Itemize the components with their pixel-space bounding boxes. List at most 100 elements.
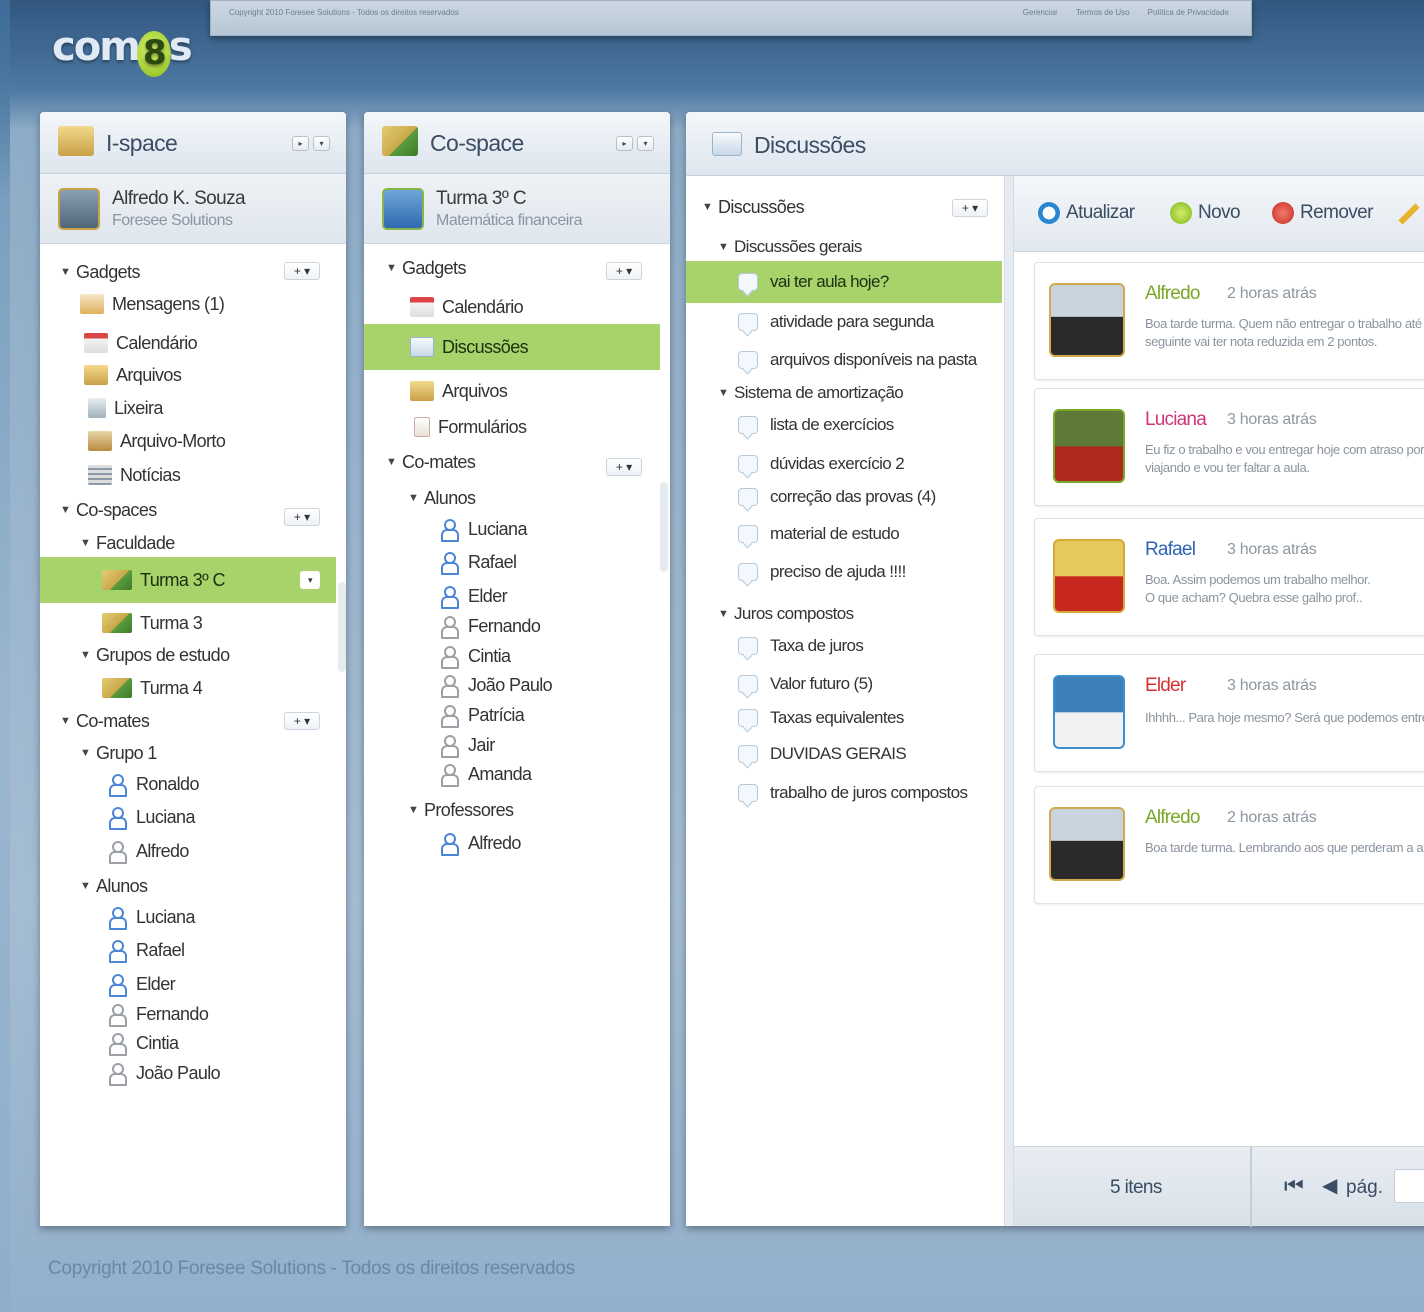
tree-grupo-1[interactable]: ▼ Grupo 1 — [80, 739, 157, 767]
tree-label: Calendário — [116, 332, 198, 353]
tree-label: dúvidas exercício 2 — [770, 454, 905, 473]
person-alfredo[interactable]: Alfredo — [440, 829, 521, 857]
add-gadget-button[interactable]: + ▾ — [606, 262, 642, 280]
gadget-formularios[interactable]: Formulários — [414, 413, 527, 441]
tree-professores[interactable]: ▼ Professores — [408, 796, 514, 824]
person-luciana[interactable]: Luciana — [440, 515, 527, 543]
discussion-item[interactable]: Taxas equivalentes — [738, 704, 904, 732]
post-card[interactable]: Alfredo 2 horas atrás Boa tarde turma. Q… — [1034, 262, 1424, 380]
person-fernando[interactable]: Fernando — [440, 612, 541, 640]
tree-alunos[interactable]: ▼ Alunos — [408, 484, 476, 512]
post-card[interactable]: Luciana 3 horas atrás Eu fiz o trabalho … — [1034, 388, 1424, 506]
tree-turma-4[interactable]: Turma 4 — [102, 674, 203, 702]
tree-alunos[interactable]: ▼ Alunos — [80, 872, 148, 900]
item-menu-button[interactable]: ▾ — [300, 571, 320, 589]
discussion-item[interactable]: arquivos disponíveis na pasta — [738, 346, 977, 374]
refresh-button[interactable]: Atualizar — [1038, 202, 1135, 224]
new-button[interactable]: Novo — [1170, 202, 1241, 224]
gadget-calendario[interactable]: Calendário — [84, 329, 198, 357]
menu-button[interactable]: ▾ — [313, 136, 330, 151]
person-luciana[interactable]: Luciana — [108, 803, 195, 831]
post-card[interactable]: Rafael 3 horas atrás Boa. Assim podemos … — [1034, 518, 1424, 636]
add-comate-button[interactable]: + ▾ — [606, 458, 642, 476]
ispace-user[interactable]: Alfredo K. Souza Foresee Solutions — [40, 174, 346, 244]
person-alfredo[interactable]: Alfredo — [108, 837, 189, 865]
person-rafael[interactable]: Rafael — [108, 936, 185, 964]
person-jair[interactable]: Jair — [440, 731, 495, 759]
discussion-item[interactable]: DUVIDAS GERAIS — [738, 740, 907, 768]
cospace-class-info[interactable]: Turma 3º C Matemática financeira — [364, 174, 670, 244]
gadget-arquivos[interactable]: Arquivos — [410, 377, 508, 405]
discussion-item[interactable]: dúvidas exercício 2 — [738, 450, 905, 478]
discussion-item[interactable]: lista de exercícios — [738, 411, 894, 439]
post-time: 3 horas atrás — [1227, 411, 1317, 428]
tree-grupos[interactable]: ▼ Grupos de estudo — [80, 641, 230, 669]
user-offline-icon — [108, 1063, 127, 1086]
cospace-gadgets-header[interactable]: ▼ Gadgets — [386, 254, 466, 282]
discussion-item[interactable]: trabalho de juros compostos — [738, 779, 968, 807]
discussion-item[interactable]: correção das provas (4) — [738, 483, 936, 511]
post-card[interactable]: Alfredo 2 horas atrás Boa tarde turma. L… — [1034, 786, 1424, 904]
post-card[interactable]: Elder 3 horas atrás Ihhhh... Para hoje m… — [1034, 654, 1424, 772]
person-fernando[interactable]: Fernando — [108, 1000, 209, 1028]
discussion-group-amortizacao[interactable]: ▼ Sistema de amortização — [718, 379, 904, 407]
gadget-arquivo-morto[interactable]: Arquivo-Morto — [88, 427, 226, 455]
post-text-line: Boa. Assim podemos um trabalho melhor. — [1145, 572, 1371, 587]
expand-button[interactable]: ▸ — [616, 136, 633, 151]
top-link-gerenciar[interactable]: Gerenciar — [1023, 8, 1058, 17]
expand-button[interactable]: ▸ — [292, 136, 309, 151]
person-joao-paulo[interactable]: João Paulo — [440, 671, 553, 699]
cospace-scrollbar[interactable] — [660, 482, 668, 572]
gadget-discussoes[interactable]: Discussões — [364, 324, 660, 370]
ispace-cospaces-header[interactable]: ▼ Co-spaces — [60, 496, 157, 524]
discussion-group-gerais[interactable]: ▼ Discussões gerais — [718, 233, 862, 261]
cospace-comates-header[interactable]: ▼ Co-mates — [386, 448, 476, 476]
remove-button[interactable]: Remover — [1272, 202, 1373, 224]
top-link-privacidade[interactable]: Política de Privacidade — [1148, 8, 1229, 17]
add-cospace-button[interactable]: + ▾ — [284, 508, 320, 526]
person-ronaldo[interactable]: Ronaldo — [108, 770, 199, 798]
user-online-icon — [440, 586, 459, 609]
discussion-item[interactable]: preciso de ajuda !!!! — [738, 558, 906, 586]
ispace-comates-header[interactable]: ▼ Co-mates — [60, 707, 150, 735]
prev-page-icon[interactable]: ◀ — [1322, 1173, 1337, 1198]
person-elder[interactable]: Elder — [108, 970, 176, 998]
discussion-group-juros[interactable]: ▼ Juros compostos — [718, 600, 854, 628]
person-cintia[interactable]: Cintia — [440, 642, 511, 670]
person-patricia[interactable]: Patrícia — [440, 701, 525, 729]
edit-icon[interactable] — [1398, 203, 1420, 225]
collapse-icon: ▼ — [80, 649, 91, 661]
first-page-icon[interactable]: ⏮ — [1284, 1173, 1304, 1199]
person-elder[interactable]: Elder — [440, 582, 508, 610]
person-luciana[interactable]: Luciana — [108, 903, 195, 931]
post-text: Ihhhh... Para hoje mesmo? Será que podem… — [1145, 709, 1424, 727]
gadget-calendario[interactable]: Calendário — [410, 293, 524, 321]
gadget-mensagens[interactable]: Mensagens (1) — [80, 290, 225, 318]
add-gadget-button[interactable]: + ▾ — [284, 262, 320, 280]
post-time: 3 horas atrás — [1227, 541, 1317, 558]
discussion-item[interactable]: Taxa de juros — [738, 632, 864, 660]
ispace-scrollbar[interactable] — [338, 582, 346, 672]
person-joao-paulo[interactable]: João Paulo — [108, 1059, 221, 1087]
person-cintia[interactable]: Cintia — [108, 1029, 179, 1057]
gadget-noticias[interactable]: Notícias — [88, 461, 181, 489]
tree-turma-3[interactable]: Turma 3 — [102, 609, 203, 637]
discussion-item[interactable]: Valor futuro (5) — [738, 670, 873, 698]
logo[interactable]: com 8 s — [52, 24, 193, 77]
add-comate-button[interactable]: + ▾ — [284, 712, 320, 730]
menu-button[interactable]: ▾ — [637, 136, 654, 151]
discussion-item[interactable]: atividade para segunda — [738, 308, 934, 336]
discussion-item[interactable]: vai ter aula hoje? — [686, 261, 1002, 303]
person-amanda[interactable]: Amanda — [440, 760, 532, 788]
person-rafael[interactable]: Rafael — [440, 548, 517, 576]
ispace-gadgets-header[interactable]: ▼ Gadgets — [60, 258, 140, 286]
add-discussion-button[interactable]: + ▾ — [952, 199, 988, 217]
page-input[interactable] — [1394, 1169, 1424, 1203]
discussions-root[interactable]: ▼ Discussões — [702, 193, 805, 221]
gadget-lixeira[interactable]: Lixeira — [88, 394, 163, 422]
gadget-arquivos[interactable]: Arquivos — [84, 361, 182, 389]
tree-faculdade[interactable]: ▼ Faculdade — [80, 529, 175, 557]
discussion-item[interactable]: material de estudo — [738, 520, 900, 548]
tree-turma-3c[interactable]: Turma 3º C ▾ — [40, 557, 336, 603]
top-link-termos[interactable]: Termos de Uso — [1076, 8, 1130, 17]
